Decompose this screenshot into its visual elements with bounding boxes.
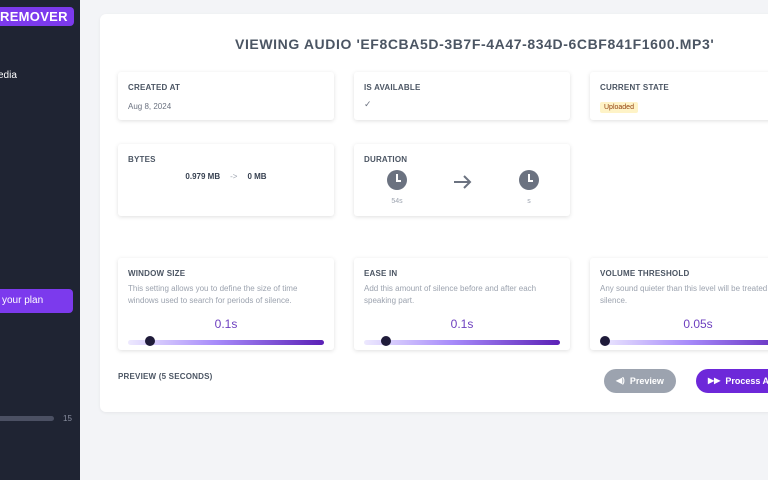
bytes-arrow: -> <box>230 172 238 181</box>
volume-threshold-label: VOLUME THRESHOLD <box>600 269 690 278</box>
check-icon: ✓ <box>364 99 372 109</box>
created-at-label: CREATED AT <box>128 83 181 92</box>
current-state-label: CURRENT STATE <box>600 83 669 92</box>
window-size-slider[interactable] <box>128 340 324 345</box>
created-at-card: CREATED AT Aug 8, 2024 <box>118 72 334 120</box>
usage-progress-bar <box>0 416 54 421</box>
created-at-value: Aug 8, 2024 <box>128 102 172 111</box>
audio-detail-panel: VIEWING AUDIO 'EF8CBA5D-3B7F-4A47-834D-6… <box>100 14 768 412</box>
window-size-description: This setting allows you to define the si… <box>128 284 298 305</box>
bytes-card: BYTES 0.979 MB -> 0 MB <box>118 144 334 216</box>
current-state-card: CURRENT STATE Uploaded <box>590 72 768 120</box>
window-size-value: 0.1s <box>214 317 238 331</box>
duration-label: DURATION <box>364 155 408 164</box>
duration-card: DURATION 54s s <box>354 144 570 216</box>
preview-button-label: Preview <box>629 376 664 386</box>
brand-logo[interactable]: REMOVER <box>0 7 74 26</box>
ease-in-description: Add this amount of silence before and af… <box>364 284 537 305</box>
sidebar-item-media[interactable]: edia <box>0 70 17 81</box>
page-title: VIEWING AUDIO 'EF8CBA5D-3B7F-4A47-834D-6… <box>235 36 715 52</box>
usage-max-label: 15 <box>63 414 72 423</box>
ease-in-slider-thumb[interactable] <box>381 336 391 346</box>
window-size-card: WINDOW SIZE This setting allows you to d… <box>118 258 334 350</box>
volume-threshold-value: 0.05s <box>683 317 713 331</box>
bytes-label: BYTES <box>128 155 156 164</box>
window-size-slider-thumb[interactable] <box>145 336 155 346</box>
is-available-label: IS AVAILABLE <box>364 83 421 92</box>
ease-in-slider[interactable] <box>364 340 560 345</box>
volume-threshold-description: Any sound quieter than this level will b… <box>600 284 768 305</box>
bytes-row: 0.979 MB -> 0 MB <box>118 172 334 181</box>
bytes-to-value: 0 MB <box>247 172 267 181</box>
volume-threshold-slider[interactable] <box>600 340 768 345</box>
bytes-from-value: 0.979 MB <box>185 172 221 181</box>
preview-button[interactable]: ◀) Preview <box>604 369 676 393</box>
upgrade-plan-button[interactable]: your plan <box>0 289 73 313</box>
ease-in-value: 0.1s <box>450 317 474 331</box>
ease-in-card: EASE IN Add this amount of silence befor… <box>354 258 570 350</box>
sidebar: REMOVER edia your plan 15 <box>0 0 80 480</box>
ease-in-label: EASE IN <box>364 269 398 278</box>
volume-icon: ◀) <box>616 376 625 385</box>
process-audio-button-label: Process Audio <box>725 376 768 386</box>
fast-forward-icon: ▶▶ <box>708 376 721 385</box>
is-available-card: IS AVAILABLE ✓ <box>354 72 570 120</box>
volume-threshold-card: VOLUME THRESHOLD Any sound quieter than … <box>590 258 768 350</box>
status-badge: Uploaded <box>600 102 638 113</box>
duration-to-value: s <box>527 198 531 205</box>
preview-label: PREVIEW (5 SECONDS) <box>118 372 213 381</box>
volume-threshold-slider-thumb[interactable] <box>600 336 610 346</box>
clock-icon <box>387 170 407 190</box>
duration-from-value: 54s <box>391 198 403 205</box>
window-size-label: WINDOW SIZE <box>128 269 186 278</box>
arrow-right-icon <box>453 173 473 194</box>
clock-icon <box>519 170 539 190</box>
process-audio-button[interactable]: ▶▶ Process Audio <box>696 369 768 393</box>
